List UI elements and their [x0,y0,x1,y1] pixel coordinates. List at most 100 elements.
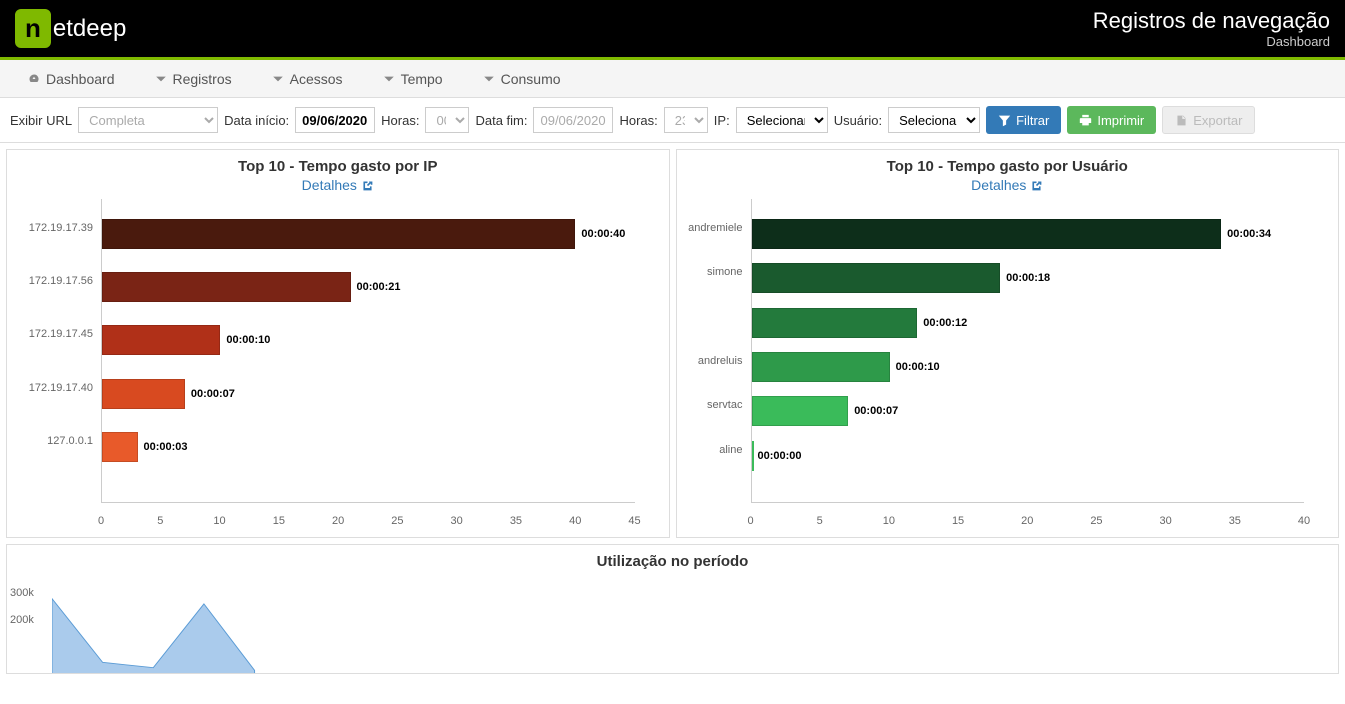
axis-tick-label: 300k [10,587,34,599]
axis-tick-label: 5 [817,515,823,527]
bar-value-label: 00:00:40 [581,228,625,240]
bar-value-label: 00:00:07 [854,405,898,417]
exibir-url-label: Exibir URL [10,113,72,128]
main-nav: Dashboard Registros Acessos Tempo Consum… [0,60,1345,98]
bar-value-label: 00:00:34 [1227,228,1271,240]
nav-label: Dashboard [46,71,115,87]
chart-utilizacao: 200k300k [52,580,1318,673]
bar-value-label: 00:00:18 [1006,272,1050,284]
nav-consumo[interactable]: Consumo [465,63,579,95]
horas1-label: Horas: [381,113,419,128]
bar-value-label: 00:00:12 [923,317,967,329]
axis-category-label: servtac [681,399,743,411]
axis-tick-label: 5 [157,515,163,527]
axis-category-label: andreluis [681,355,743,367]
topbar: n etdeep Registros de navegação Dashboar… [0,0,1345,60]
data-inicio-input[interactable] [295,107,375,133]
bar[interactable]: 00:00:10 [752,352,890,382]
chart-tempo-usuario: 00:00:34 00:00:18 00:00:12 00:00:10 00:00:07… [681,193,1335,533]
usuario-select[interactable]: Selecionar... [888,107,980,133]
axis-tick-label: 20 [332,515,344,527]
detalhes-link[interactable]: Detalhes [971,177,1043,193]
axis-category-label: 172.19.17.45 [11,328,93,340]
imprimir-button[interactable]: Imprimir [1067,106,1156,134]
axis-tick-label: 30 [1160,515,1172,527]
axis-category-label: 127.0.0.1 [11,435,93,447]
bar[interactable]: 00:00:12 [752,308,918,338]
axis-tick-label: 0 [98,515,104,527]
axis-tick-label: 10 [883,515,895,527]
ip-select[interactable]: Selecionar... [736,107,828,133]
axis-category-label: simone [681,266,743,278]
nav-label: Tempo [401,71,443,87]
button-label: Imprimir [1097,113,1144,128]
horas2-label: Horas: [619,113,657,128]
bar-value-label: 00:00:10 [896,361,940,373]
filtrar-button[interactable]: Filtrar [986,106,1061,134]
data-inicio-label: Data início: [224,113,289,128]
panel-utilizacao: Utilização no período 200k300k [6,544,1339,674]
chevron-down-icon [272,73,284,85]
bar[interactable]: 00:00:34 [752,219,1222,249]
axis-category-label: aline [681,444,743,456]
brand-logo[interactable]: n etdeep [15,9,126,48]
logo-mark: n [15,9,51,48]
axis-tick-label: 35 [510,515,522,527]
data-fim-input[interactable] [533,107,613,133]
bar[interactable]: 00:00:40 [102,219,575,249]
logo-text: etdeep [53,15,126,43]
panel-title: Top 10 - Tempo gasto por Usuário [681,158,1335,175]
nav-tempo[interactable]: Tempo [365,63,461,95]
button-label: Filtrar [1016,113,1049,128]
bar[interactable]: 00:00:18 [752,263,1001,293]
chevron-down-icon [383,73,395,85]
bar[interactable]: 00:00:03 [102,432,138,462]
bar[interactable]: 00:00:10 [102,325,220,355]
nav-acessos[interactable]: Acessos [254,63,361,95]
nav-label: Acessos [290,71,343,87]
exibir-url-select[interactable]: Completa [78,107,218,133]
filter-icon [998,114,1011,127]
axis-category-label: andremiele [681,222,743,234]
external-link-icon [1030,179,1043,192]
page-subtitle: Dashboard [1093,34,1330,49]
panel-title: Top 10 - Tempo gasto por IP [11,158,665,175]
axis-tick-label: 25 [391,515,403,527]
axis-tick-label: 25 [1090,515,1102,527]
axis-tick-label: 10 [213,515,225,527]
export-icon [1175,114,1188,127]
horas2-select[interactable]: 23 [664,107,708,133]
axis-category-label: 172.19.17.39 [11,222,93,234]
axis-tick-label: 30 [451,515,463,527]
nav-registros[interactable]: Registros [137,63,250,95]
bar-value-label: 00:00:07 [191,388,235,400]
print-icon [1079,114,1092,127]
nav-dashboard[interactable]: Dashboard [10,63,133,95]
bar[interactable]: 00:00:21 [102,272,351,302]
button-label: Exportar [1193,113,1242,128]
chart-tempo-ip: 00:00:40 00:00:21 00:00:10 00:00:07 00:00:03… [11,193,665,533]
dashboard-icon [28,73,40,85]
axis-tick-label: 20 [1021,515,1033,527]
axis-tick-label: 40 [1298,515,1310,527]
axis-tick-label: 40 [569,515,581,527]
panel-tempo-usuario: Top 10 - Tempo gasto por Usuário Detalhe… [676,149,1340,538]
bar[interactable]: 00:00:07 [752,396,849,426]
horas1-select[interactable]: 00 [425,107,469,133]
nav-label: Registros [173,71,232,87]
axis-category-label: 172.19.17.40 [11,382,93,394]
detalhes-link[interactable]: Detalhes [302,177,374,193]
bar-value-label: 00:00:03 [144,441,188,453]
exportar-button: Exportar [1162,106,1255,134]
bar-value-label: 00:00:00 [758,450,802,462]
bar-value-label: 00:00:21 [357,281,401,293]
axis-tick-label: 200k [10,614,34,626]
axis-tick-label: 15 [273,515,285,527]
nav-label: Consumo [501,71,561,87]
panel-tempo-ip: Top 10 - Tempo gasto por IP Detalhes 00:… [6,149,670,538]
filter-bar: Exibir URL Completa Data início: Horas: … [0,98,1345,143]
panel-title: Utilização no período [15,553,1330,570]
bar-value-label: 00:00:10 [226,334,270,346]
bar[interactable]: 00:00:07 [102,379,185,409]
axis-tick-label: 0 [747,515,753,527]
